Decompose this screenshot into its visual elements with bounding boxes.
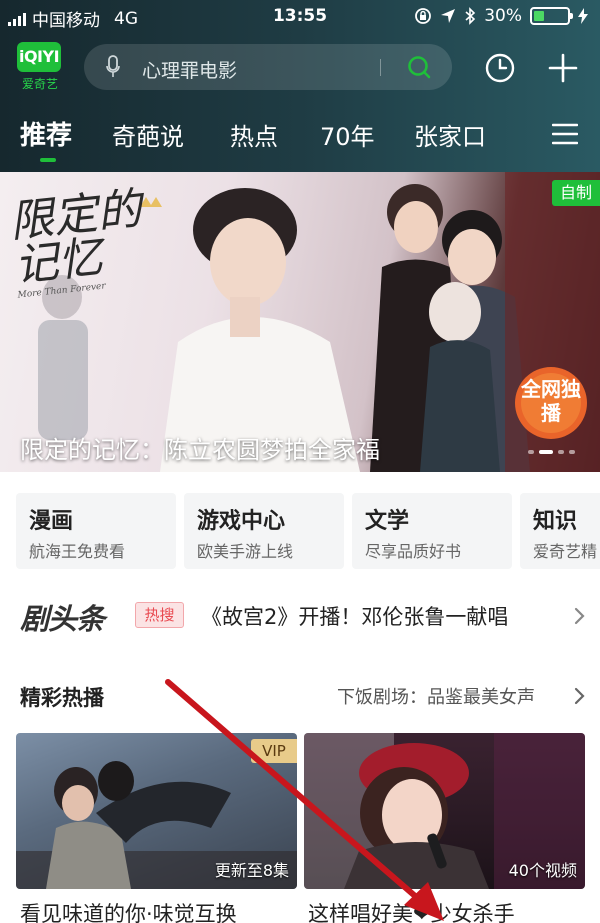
tab-qipashuo[interactable]: 奇葩说 [112, 117, 184, 152]
history-clock-icon[interactable] [484, 52, 516, 84]
bluetooth-icon [465, 7, 476, 25]
battery-icon [530, 7, 573, 25]
channel-literature[interactable]: 文学 尽享品质好书 [352, 493, 512, 569]
video-card[interactable]: 40个视频 [304, 733, 585, 889]
video-card-title[interactable]: 看见味道的你·味觉互换 [20, 898, 237, 923]
nav-tabs: 推荐 奇葩说 热点 70年 张家口 [0, 112, 600, 162]
menu-icon[interactable] [552, 123, 578, 145]
channel-subtitle: 尽享品质好书 [365, 542, 462, 561]
search-bar[interactable]: 心理罪电影 [84, 44, 452, 90]
channel-knowledge[interactable]: 知识 爱奇艺精 [520, 493, 600, 569]
video-count-info: 40个视频 [508, 861, 577, 880]
top-bar: iQIYI 爱奇艺 心理罪电影 [0, 40, 600, 96]
video-card[interactable]: VIP 更新至8集 [16, 733, 297, 889]
carousel-dot [558, 450, 564, 454]
channel-comics[interactable]: 漫画 航海王免费看 [16, 493, 176, 569]
carousel-dot-active [539, 450, 553, 454]
mic-icon[interactable] [106, 55, 120, 79]
banner-caption: 限定的记忆：陈立农圆梦拍全家福 [20, 436, 380, 464]
carousel-dot [569, 450, 575, 454]
search-divider [380, 59, 381, 76]
channel-subtitle: 爱奇艺精 [533, 542, 598, 561]
tab-hot[interactable]: 热点 [230, 117, 278, 152]
channel-subtitle: 航海王免费看 [29, 542, 126, 561]
vip-badge: VIP [251, 739, 297, 763]
charging-icon [578, 8, 588, 24]
status-bar: 中国移动 4G 13:55 30% [0, 0, 600, 34]
channel-title: 知识 [533, 509, 578, 534]
tab-recommend[interactable]: 推荐 [20, 115, 72, 152]
original-tag: 自制 [552, 180, 600, 206]
hero-banner[interactable]: 限定的记忆 More Than Forever 自制 限定的记忆：陈立农圆梦拍全… [0, 172, 600, 472]
channel-subtitle: 欧美手游上线 [197, 542, 294, 561]
logo-name: 爱奇艺 [21, 77, 58, 91]
channel-title: 漫画 [29, 509, 74, 534]
app-header: 中国移动 4G 13:55 30% iQIYI 爱奇艺 心理罪电影 推荐 奇葩说… [0, 0, 600, 172]
section-chevron-icon[interactable] [574, 687, 586, 705]
tab-70-years[interactable]: 70年 [320, 117, 375, 152]
section-more-label: 下饭剧场：品鉴最美女声 [337, 687, 535, 708]
channel-row: 漫画 航海王免费看 游戏中心 欧美手游上线 文学 尽享品质好书 知识 爱奇艺精 [0, 493, 600, 569]
rotation-lock-icon [415, 8, 432, 24]
chevron-right-icon[interactable] [574, 607, 586, 625]
plus-icon[interactable] [547, 52, 579, 84]
channel-games[interactable]: 游戏中心 欧美手游上线 [184, 493, 344, 569]
banner-calligraphy-title: 限定的记忆 [7, 183, 144, 292]
headline-text: 《故宫2》开播！邓伦张鲁一献唱 [201, 605, 509, 629]
channel-title: 游戏中心 [197, 509, 286, 534]
exclusive-badge: 全网独播 [511, 363, 591, 443]
channel-title: 文学 [365, 509, 410, 534]
carousel-dot [528, 450, 534, 454]
video-card-title[interactable]: 这样唱好美❤少女杀手 [308, 898, 515, 923]
carousel-dots [528, 450, 575, 454]
search-placeholder: 心理罪电影 [142, 60, 238, 82]
logo-mark: iQIYI [17, 42, 61, 72]
app-logo[interactable]: iQIYI 爱奇艺 [17, 42, 63, 94]
headline-ticker[interactable]: 剧头条 热搜 《故宫2》开播！邓伦张鲁一献唱 [0, 590, 600, 640]
location-icon [441, 9, 456, 23]
status-right: 30% [414, 6, 588, 26]
headline-brand: 剧头条 [20, 602, 105, 636]
search-icon[interactable] [406, 54, 432, 80]
section-title: 精彩热播 [20, 686, 104, 710]
battery-fill [534, 11, 544, 21]
section-more-link[interactable]: 下饭剧场：品鉴最美女声 [337, 683, 535, 709]
tab-zhangjiakou[interactable]: 张家口 [414, 117, 486, 152]
exclusive-badge-label: 全网独播 [521, 377, 581, 425]
banner-calligraphy: 限定的记忆 More Than Forever [7, 183, 186, 300]
active-tab-indicator [40, 158, 56, 162]
episode-info: 更新至8集 [214, 861, 289, 880]
hot-search-badge: 热搜 [135, 602, 184, 628]
battery-percent: 30% [484, 6, 522, 26]
